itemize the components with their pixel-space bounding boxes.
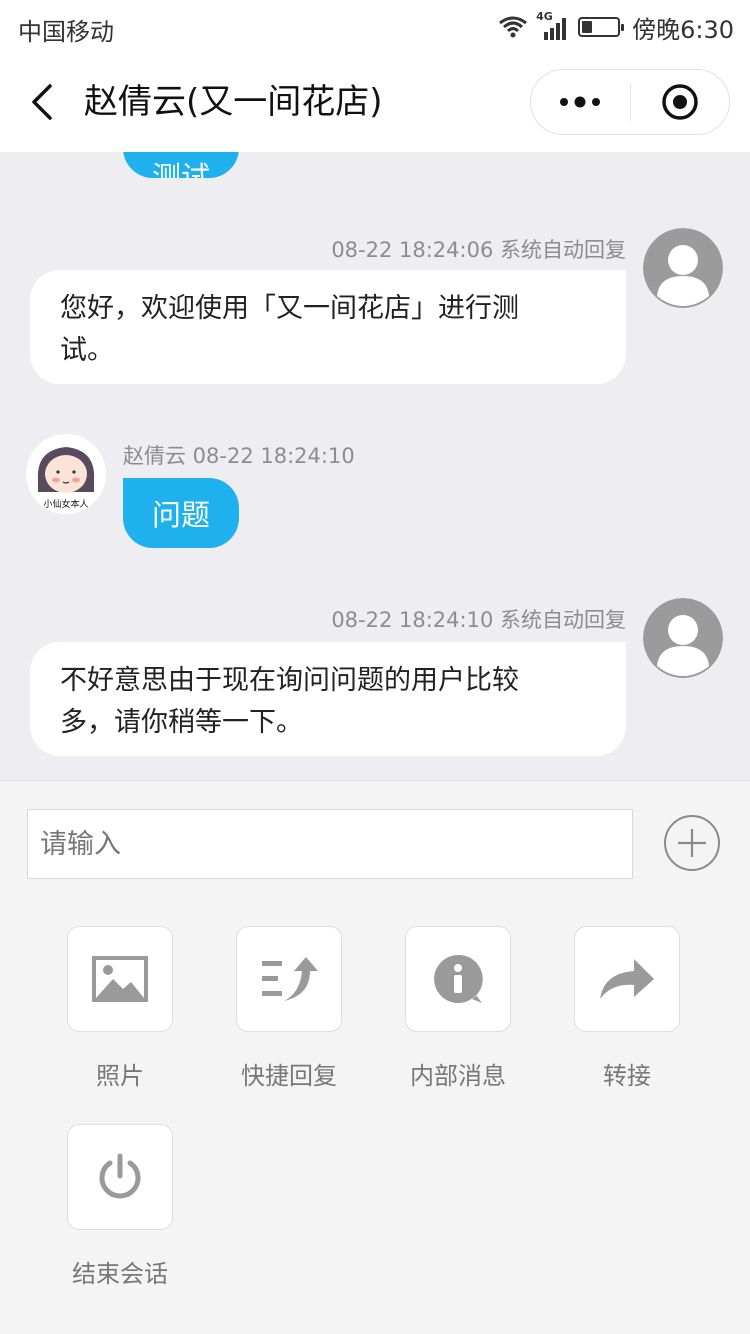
default-avatar-icon	[643, 228, 723, 308]
message-line: 您好，欢迎使用「又一间花店」进行测	[60, 293, 519, 324]
tool-transfer-box[interactable]	[574, 926, 680, 1032]
more-dots-icon	[560, 96, 601, 108]
back-button[interactable]	[22, 78, 62, 126]
network-type: 4G	[536, 10, 553, 23]
tool-quick-reply[interactable]: 快捷回复	[236, 926, 342, 1090]
chat-area[interactable]: 测试 08-22 18:24:06 系统自动回复 您好，欢迎使用「又一间花店」进…	[0, 152, 750, 780]
target-icon	[662, 84, 698, 120]
input-panel: 照片 快捷回复 内部消息 转	[0, 780, 750, 1334]
status-bar: 中国移动 4G 傍晚6:30	[0, 0, 750, 54]
add-button[interactable]	[664, 815, 720, 871]
tool-internal-message-box[interactable]	[405, 926, 511, 1032]
quick-reply-icon	[262, 957, 318, 1001]
clock: 傍晚6:30	[632, 15, 734, 44]
partial-message-bubble: 测试	[123, 152, 239, 178]
tool-internal-message[interactable]: 内部消息	[405, 926, 511, 1090]
tool-end-session-box[interactable]	[67, 1124, 173, 1230]
plus-icon	[678, 829, 706, 857]
wifi-icon	[499, 16, 528, 38]
partial-message-text: 测试	[151, 160, 210, 178]
default-avatar-icon	[643, 598, 723, 678]
user-avatar: 小仙女本人	[26, 434, 106, 514]
share-arrow-icon	[600, 959, 654, 999]
carrier-name: 中国移动	[18, 18, 114, 46]
info-bubble-icon	[434, 954, 483, 1003]
message-bubble-user: 问题	[123, 478, 239, 548]
message-meta: 08-22 18:24:06 系统自动回复	[331, 238, 626, 262]
tool-end-session[interactable]: 结束会话	[67, 1124, 173, 1288]
message-meta: 08-22 18:24:10 系统自动回复	[331, 608, 626, 632]
avatar	[643, 228, 723, 308]
tool-photo-label: 照片	[96, 1062, 144, 1090]
image-icon	[92, 956, 148, 1002]
mini-program-capsule	[530, 69, 730, 135]
message-line: 多，请你稍等一下。	[60, 707, 303, 738]
message-bubble: 您好，欢迎使用「又一间花店」进行测 试。	[30, 270, 626, 384]
message-input[interactable]	[27, 809, 633, 879]
signal-icon: 4G	[536, 10, 570, 40]
status-icons: 4G 傍晚6:30	[498, 10, 734, 44]
avatar	[643, 598, 723, 678]
header: 赵倩云(又一间花店)	[0, 54, 750, 152]
tool-quick-reply-label: 快捷回复	[241, 1062, 337, 1090]
tool-internal-message-label: 内部消息	[410, 1062, 506, 1090]
tool-end-session-label: 结束会话	[72, 1260, 168, 1288]
message-text: 问题	[151, 498, 210, 532]
tool-transfer-label: 转接	[603, 1062, 651, 1090]
tool-photo[interactable]: 照片	[67, 926, 173, 1090]
tool-transfer[interactable]: 转接	[574, 926, 680, 1090]
chevron-left-icon	[32, 84, 52, 120]
message-line: 试。	[60, 335, 114, 366]
battery-icon	[578, 17, 625, 37]
close-miniprogram-button[interactable]	[631, 70, 730, 134]
more-button[interactable]	[531, 70, 630, 134]
message-line: 不好意思由于现在询问问题的用户比较	[60, 665, 519, 696]
tool-photo-box[interactable]	[67, 926, 173, 1032]
tool-quick-reply-box[interactable]	[236, 926, 342, 1032]
power-icon	[99, 1153, 141, 1199]
message-meta: 赵倩云 08-22 18:24:10	[123, 444, 355, 468]
message-bubble: 不好意思由于现在询问问题的用户比较 多，请你稍等一下。	[30, 642, 626, 756]
page-title: 赵倩云(又一间花店)	[84, 82, 383, 122]
avatar-caption: 小仙女本人	[43, 500, 89, 510]
